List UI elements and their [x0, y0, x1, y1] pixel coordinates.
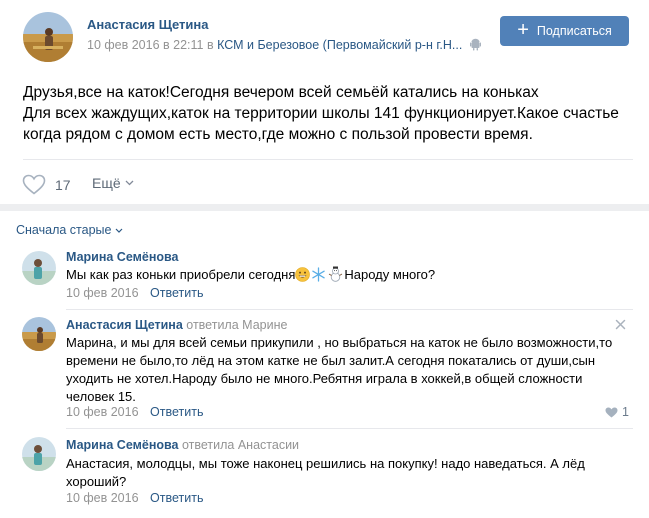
comment-meta: 10 фев 2016 Ответить — [66, 405, 203, 419]
comment-text-line: Анастасия, молодцы, мы тоже наконец реши… — [66, 456, 585, 471]
comment-text-line: человек 15. — [66, 389, 136, 404]
comment-text-part: Народу много? — [344, 267, 436, 282]
comment-date[interactable]: 10 фев 2016 — [66, 286, 139, 300]
like-count: 17 — [55, 176, 71, 193]
heart-icon — [605, 407, 618, 417]
comment-text-line: уходить не хотел.Народу было не много.Ре… — [66, 371, 583, 386]
comment-text-part: Мы как раз коньки приобрели сегодня — [66, 267, 296, 282]
avatar-photo — [22, 437, 56, 471]
subscribe-button[interactable]: + Подписаться — [500, 16, 629, 46]
comment-author[interactable]: Марина Семёнова — [66, 250, 178, 264]
reply-to-label[interactable]: ответила Анастасии — [182, 438, 299, 452]
post-author-name[interactable]: Анастасия Щетина — [87, 17, 208, 32]
more-label: Ещё — [92, 175, 121, 191]
comment-text-line: Марина, и мы для всей семьи прикупили , … — [66, 335, 613, 350]
comment-avatar[interactable] — [22, 437, 56, 471]
grinning-face-emoji-icon — [295, 267, 311, 282]
comment-author-name[interactable]: Анастасия Щетина — [66, 318, 183, 332]
comment-text-line: времени не было,то лёд на этом катке не … — [66, 353, 596, 368]
comment-meta: 10 фев 2016 Ответить — [66, 286, 203, 300]
reply-link[interactable]: Ответить — [150, 405, 203, 419]
comment-text: Анастасия, молодцы, мы тоже наконец реши… — [66, 455, 632, 491]
comment-author: Анастасия Щетина ответила Марине — [66, 318, 287, 332]
comment-author-name[interactable]: Марина Семёнова — [66, 438, 178, 452]
heart-icon — [22, 174, 46, 195]
reply-link[interactable]: Ответить — [150, 491, 203, 505]
post-date[interactable]: 10 фев 2016 в 22:11 — [87, 38, 203, 52]
comment-divider — [66, 428, 633, 429]
snowflake-emoji-icon — [312, 267, 326, 282]
android-icon — [469, 38, 481, 51]
avatar-photo — [23, 12, 73, 62]
reply-link[interactable]: Ответить — [150, 286, 203, 300]
comments-sort-toggle[interactable]: Сначала старые — [16, 223, 123, 237]
post-text-line: когда рядом с домом есть место,где можно… — [23, 126, 533, 143]
avatar-photo — [22, 251, 56, 285]
comment-avatar[interactable] — [22, 251, 56, 285]
comment-date[interactable]: 10 фев 2016 — [66, 491, 139, 505]
comment-author: Марина Семёнова ответила Анастасии — [66, 438, 299, 452]
chevron-down-icon — [125, 180, 134, 186]
comment-divider — [66, 309, 633, 310]
more-menu[interactable]: Ещё — [92, 175, 134, 191]
comment-date[interactable]: 10 фев 2016 — [66, 405, 139, 419]
reply-to-label[interactable]: ответила Марине — [186, 318, 287, 332]
post-divider — [23, 159, 633, 160]
post-text-line: Друзья,все на каток!Сегодня вечером всей… — [23, 84, 539, 101]
comment-text: Марина, и мы для всей семьи прикупили , … — [66, 334, 632, 406]
comment-like-button[interactable]: 1 — [605, 405, 629, 419]
section-separator — [0, 204, 649, 211]
plus-icon: + — [517, 19, 529, 41]
post-text-line: Для всех жаждущих,каток на территории шк… — [23, 105, 619, 122]
chevron-down-icon — [116, 228, 123, 233]
comment-avatar[interactable] — [22, 317, 56, 351]
comment-meta: 10 фев 2016 Ответить — [66, 491, 203, 505]
comment-text-line: хороший? — [66, 474, 127, 489]
snowman-emoji-icon — [329, 266, 343, 282]
post-place[interactable]: КСМ и Березовое (Первомайский р-н г.Н... — [217, 38, 462, 52]
comments-sort-label: Сначала старые — [16, 223, 112, 237]
place-prefix: в — [206, 38, 214, 52]
comment-like-count: 1 — [622, 405, 629, 419]
author-avatar[interactable] — [23, 12, 73, 62]
close-icon[interactable] — [615, 319, 626, 330]
like-button[interactable]: 17 — [22, 174, 71, 195]
subscribe-label: Подписаться — [536, 24, 612, 38]
post-text: Друзья,все на каток!Сегодня вечером всей… — [23, 82, 633, 145]
comment-text: Мы как раз коньки приобрели сегодня Наро… — [66, 266, 632, 284]
post-meta: 10 фев 2016 в 22:11 в КСМ и Березовое (П… — [87, 38, 481, 52]
avatar-photo — [22, 317, 56, 351]
post: Анастасия Щетина 10 фев 2016 в 22:11 в К… — [0, 0, 649, 210]
